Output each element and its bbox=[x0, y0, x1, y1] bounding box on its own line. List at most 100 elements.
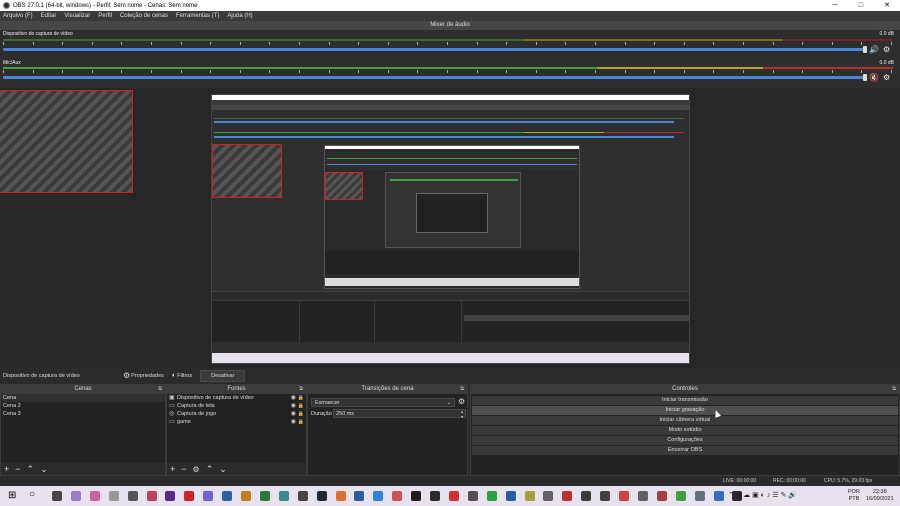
taskbar-app-icon[interactable] bbox=[467, 491, 478, 501]
taskbar-app-icon[interactable] bbox=[108, 491, 119, 501]
scene-item[interactable]: Cena bbox=[1, 394, 165, 402]
move-down-icon[interactable]: ⌄ bbox=[219, 464, 227, 474]
scene-item[interactable]: Cena 3 bbox=[1, 410, 165, 418]
taskbar-app-icon[interactable] bbox=[505, 491, 516, 501]
selected-source-box[interactable] bbox=[0, 90, 133, 193]
tray-icons[interactable]: ⌃ ◈ ☁ ▣ ◐ ♪ ☰ ✎ 🔊 bbox=[728, 492, 797, 499]
windows-start-icon[interactable]: ⊞ bbox=[8, 490, 16, 501]
taskbar-app-icon[interactable] bbox=[486, 491, 497, 501]
filters-button[interactable]: ◐ Filtros bbox=[172, 372, 192, 379]
taskbar-app-icon[interactable] bbox=[562, 491, 573, 501]
taskbar-app-icon[interactable] bbox=[241, 491, 251, 501]
taskbar-app-icon[interactable] bbox=[335, 491, 346, 501]
search-icon[interactable]: ○ bbox=[29, 489, 35, 500]
add-icon[interactable]: + bbox=[170, 464, 175, 474]
taskbar-app-icon[interactable] bbox=[524, 491, 535, 501]
gear-icon[interactable]: ⚙ bbox=[883, 74, 890, 82]
taskbar-app-icon[interactable] bbox=[694, 491, 705, 501]
studio-mode-button[interactable]: Modo estúdio bbox=[472, 426, 898, 435]
start-recording-button[interactable]: Iniciar gravação bbox=[472, 406, 898, 415]
taskbar-app-icon[interactable] bbox=[713, 491, 724, 501]
taskbar-app-icon[interactable] bbox=[222, 491, 233, 501]
start-virtual-camera-button[interactable]: Iniciar câmera virtual bbox=[472, 416, 898, 425]
taskbar-app-icon[interactable] bbox=[52, 491, 62, 501]
taskbar-app-icon[interactable] bbox=[373, 491, 384, 501]
volume-fader[interactable] bbox=[3, 46, 867, 53]
undock-icon[interactable]: ⧉ bbox=[460, 385, 464, 394]
taskbar-app-icon[interactable] bbox=[259, 491, 270, 501]
source-item[interactable]: ◎ Captura de jogo ◉ 🔒 bbox=[167, 410, 306, 418]
taskbar-app-icon[interactable] bbox=[411, 491, 422, 501]
menu-profile[interactable]: Perfil bbox=[98, 13, 112, 19]
menu-file[interactable]: Arquivo (F) bbox=[3, 13, 33, 19]
gear-icon[interactable]: ⚙ bbox=[883, 46, 890, 54]
taskbar-app-icon[interactable] bbox=[316, 491, 327, 501]
taskbar-app-icon[interactable] bbox=[127, 491, 138, 501]
deactivate-button[interactable]: Desativar bbox=[200, 369, 246, 382]
source-item[interactable]: ▭ Captura de tela ◉ 🔒 bbox=[167, 402, 306, 410]
settings-button[interactable]: Configurações bbox=[472, 436, 898, 445]
taskbar-app-icon[interactable] bbox=[89, 491, 100, 501]
speaker-muted-icon[interactable]: 🔇 bbox=[869, 74, 879, 82]
taskbar-app-icon[interactable] bbox=[184, 491, 195, 501]
taskbar-app-icon[interactable] bbox=[278, 491, 289, 501]
undock-icon[interactable]: ⧉ bbox=[299, 385, 303, 394]
taskbar-app-icon[interactable] bbox=[656, 491, 667, 501]
taskbar-app-icon[interactable] bbox=[203, 491, 214, 501]
taskbar-app-icon[interactable] bbox=[581, 491, 592, 501]
taskbar-app-icon[interactable] bbox=[430, 491, 440, 501]
source-item[interactable]: ▭ game ◉ 🔒 bbox=[167, 418, 306, 426]
spin-arrows-icon[interactable]: ▴ ▾ bbox=[461, 409, 463, 419]
taskbar-app-icon[interactable] bbox=[146, 491, 157, 501]
scene-item[interactable]: Cena 2 bbox=[1, 402, 165, 410]
menu-view[interactable]: Visualizar bbox=[64, 13, 90, 19]
add-icon[interactable]: + bbox=[4, 464, 9, 474]
move-up-icon[interactable]: ⌃ bbox=[27, 464, 35, 474]
undock-icon[interactable]: ⧉ bbox=[892, 385, 896, 394]
start-streaming-button[interactable]: Iniciar transmissão bbox=[472, 396, 898, 405]
properties-button[interactable]: ⚙ Propriedades bbox=[123, 371, 164, 380]
lock-icon[interactable]: 🔒 bbox=[298, 402, 304, 410]
taskbar-app-icon[interactable] bbox=[637, 491, 648, 501]
taskbar-app-icon[interactable] bbox=[619, 491, 629, 501]
eye-icon[interactable]: ◉ bbox=[291, 418, 296, 426]
move-down-icon[interactable]: ⌄ bbox=[40, 464, 48, 474]
eye-icon[interactable]: ◉ bbox=[291, 394, 296, 402]
taskbar-app-icon[interactable] bbox=[600, 491, 611, 501]
fader-knob[interactable] bbox=[863, 74, 867, 81]
eye-icon[interactable]: ◉ bbox=[291, 410, 296, 418]
gear-icon[interactable]: ⚙ bbox=[193, 465, 200, 474]
duration-input[interactable]: 250 ms ▴ ▾ bbox=[333, 409, 466, 419]
taskbar-app-icon[interactable] bbox=[297, 491, 308, 501]
clock[interactable]: 22:38 16/09/2021 bbox=[866, 489, 894, 503]
taskbar-app-icon[interactable] bbox=[675, 491, 686, 501]
menu-edit[interactable]: Editar bbox=[41, 13, 57, 19]
menu-tools[interactable]: Ferramentas (T) bbox=[176, 13, 219, 19]
menu-help[interactable]: Ajuda (H) bbox=[227, 13, 252, 19]
taskbar-app-icon[interactable] bbox=[354, 491, 365, 501]
maximize-button[interactable]: □ bbox=[848, 0, 874, 11]
menu-scene-collection[interactable]: Coleção de cenas bbox=[120, 13, 168, 19]
undock-icon[interactable]: ⧉ bbox=[158, 385, 162, 394]
fader-knob[interactable] bbox=[863, 46, 867, 53]
speaker-icon[interactable]: 🔊 bbox=[869, 46, 879, 54]
lock-icon[interactable]: 🔒 bbox=[298, 418, 304, 426]
move-up-icon[interactable]: ⌃ bbox=[206, 464, 214, 474]
eye-icon[interactable]: ◉ bbox=[291, 402, 296, 410]
remove-icon[interactable]: − bbox=[15, 464, 20, 474]
volume-fader[interactable] bbox=[3, 74, 867, 81]
lock-icon[interactable]: 🔒 bbox=[298, 410, 304, 418]
taskbar-app-icon[interactable] bbox=[543, 491, 554, 501]
close-button[interactable]: ✕ bbox=[874, 0, 900, 11]
taskbar-app-icon[interactable] bbox=[70, 491, 81, 501]
taskbar-app-icon[interactable] bbox=[165, 491, 176, 501]
minimize-button[interactable]: ─ bbox=[822, 0, 848, 11]
language-indicator[interactable]: POR PTB bbox=[848, 489, 860, 503]
exit-button[interactable]: Encerrar OBS bbox=[472, 446, 898, 455]
remove-icon[interactable]: − bbox=[181, 464, 186, 474]
transition-select[interactable]: Esmaecer ⌄ bbox=[311, 398, 455, 407]
taskbar-app-icon[interactable] bbox=[448, 491, 459, 501]
taskbar-app-icon[interactable] bbox=[392, 491, 403, 501]
lock-icon[interactable]: 🔒 bbox=[298, 394, 304, 402]
source-item[interactable]: ▣ Dispositivo de captura de vídeo ◉ 🔒 bbox=[167, 394, 306, 402]
